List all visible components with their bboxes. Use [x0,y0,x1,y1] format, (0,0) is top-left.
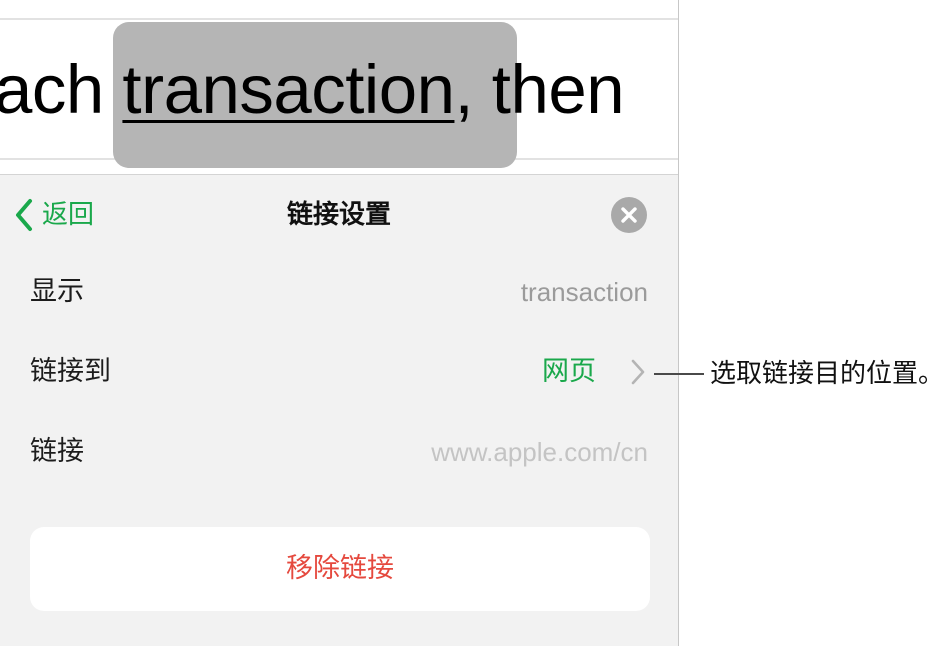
document-text-line: ach transaction, then [0,50,625,130]
link-to-row[interactable]: 链接到 网页 [0,342,678,402]
remove-link-button[interactable]: 移除链接 [30,527,650,611]
link-row[interactable]: 链接 www.apple.com/cn [0,422,678,482]
close-button[interactable] [611,197,647,233]
callout-leader-line [654,373,704,375]
link-to-label: 链接到 [30,356,111,387]
display-label: 显示 [30,276,84,307]
linked-word[interactable]: transaction [122,51,455,128]
callout-text: 选取链接目的位置。 [710,359,945,389]
text-before-link: ach [0,51,123,128]
chevron-right-icon[interactable] [629,355,647,389]
link-label: 链接 [30,436,84,467]
screen-edge [678,0,679,646]
panel-title: 链接设置 [286,200,391,230]
close-circle-icon [621,207,637,223]
link-to-value[interactable]: 网页 [542,342,596,402]
display-row[interactable]: 显示 transaction [0,262,678,322]
text-after-link: , then [454,51,625,128]
display-value[interactable]: transaction [521,262,648,322]
link-settings-panel: 返回 链接设置 显示 transaction 链接到 网页 链接 www.app… [0,175,678,646]
document-rule-top [0,18,678,20]
document-canvas: ach transaction, then [0,0,678,175]
link-url-field[interactable]: www.apple.com/cn [431,422,648,482]
